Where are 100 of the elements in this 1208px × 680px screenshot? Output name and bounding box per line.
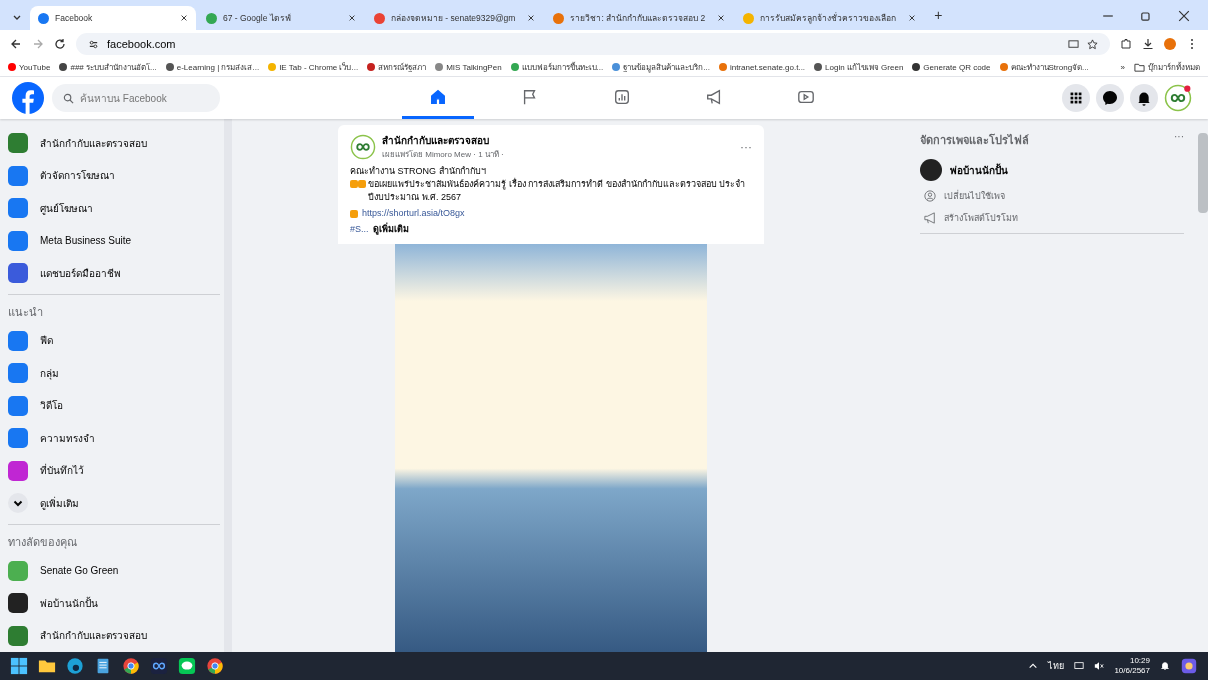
star-icon[interactable]	[1087, 38, 1098, 50]
page-action[interactable]: สร้างโพสต์โปรโมท	[920, 211, 1184, 225]
hashtag-link[interactable]: #S...	[350, 224, 369, 234]
ads-icon	[613, 87, 631, 106]
sidebar-item[interactable]: Meta Business Suite	[8, 224, 220, 257]
speaker-icon[interactable]	[1094, 661, 1105, 671]
sidebar-item[interactable]: Senate Go Green	[8, 554, 220, 587]
install-icon[interactable]	[1068, 38, 1079, 50]
bookmark[interactable]: IE Tab - Chrome เว็บ...	[268, 60, 359, 74]
sidebar-item[interactable]: สำนักกำกับและตรวจสอบ	[8, 127, 220, 160]
post-text: คณะทำงาน STRONG สำนักกำกับฯ	[349, 165, 487, 178]
sidebar-item[interactable]: ความทรงจำ	[8, 422, 220, 455]
page-logo-icon[interactable]	[350, 134, 376, 160]
infinity-app-icon[interactable]	[150, 657, 168, 675]
browser-tab[interactable]: การรับสมัครลูกจ้างชั่วคราวของเลือก	[735, 6, 925, 30]
favicon-icon	[374, 12, 385, 24]
more-options-button[interactable]: ···	[1174, 131, 1184, 149]
edge-browser-icon[interactable]	[66, 657, 84, 675]
section-heading: ทางลัดของคุณ	[8, 534, 78, 551]
chrome-icon[interactable]	[206, 657, 224, 675]
poster-image[interactable]	[395, 244, 707, 652]
browser-tab[interactable]: กล่องจดหมาย - senate9329@gm	[366, 6, 544, 30]
bookmark[interactable]: แบบฟอร์มการขึ้นทะเบ...	[510, 60, 604, 74]
restore-icon[interactable]	[1140, 10, 1152, 22]
site-settings-icon[interactable]	[88, 38, 99, 50]
flag-icon	[521, 87, 539, 106]
favicon-icon	[38, 12, 49, 24]
published-by-text: เผยแพร่โดย Mimoro Mew	[382, 150, 471, 159]
page-avatar-icon	[920, 159, 942, 181]
sidebar-item[interactable]: ตัวจัดการโฆษณา	[8, 159, 220, 192]
profile-avatar[interactable]	[1164, 38, 1176, 50]
all-bookmarks-button[interactable]: บุ๊กมาร์กทั้งหมด	[1134, 60, 1200, 74]
sidebar-item[interactable]: สำนักกำกับและตรวจสอบ	[8, 619, 220, 652]
monitor-icon[interactable]	[1074, 661, 1085, 671]
bookmark[interactable]: MIS TalkingPen	[435, 62, 502, 72]
scrollbar-thumb[interactable]	[1198, 133, 1208, 213]
close-icon[interactable]	[527, 14, 536, 22]
new-tab-button[interactable]: +	[926, 7, 951, 30]
profile-avatar-icon[interactable]	[1164, 84, 1192, 112]
close-icon[interactable]	[1178, 10, 1190, 22]
bell-icon[interactable]	[1130, 84, 1158, 112]
close-icon[interactable]	[180, 14, 188, 22]
search-field[interactable]: ค้นหาบน Facebook	[52, 84, 220, 112]
more-bookmarks-button[interactable]: »	[1120, 62, 1125, 72]
bookmark[interactable]: YouTube	[8, 62, 51, 72]
reload-icon[interactable]	[54, 38, 66, 50]
favicon-icon	[743, 12, 755, 24]
facebook-logo-icon[interactable]	[12, 82, 44, 114]
chrome-icon[interactable]	[122, 657, 140, 675]
bookmark[interactable]: intranet.senate.go.t...	[718, 62, 806, 72]
section-heading: แนะนำ	[8, 304, 44, 320]
bookmark[interactable]: Login แก้ไขเพจ Green	[814, 60, 904, 74]
sidebar-item[interactable]: ฟีด	[8, 324, 220, 357]
page-item[interactable]: พ่อบ้านนักปั้น	[920, 159, 1184, 181]
sidebar-item[interactable]: วิดีโอ	[8, 389, 220, 422]
page-action[interactable]: เปลี่ยนไปใช้เพจ	[920, 189, 1184, 203]
menu-grid-icon[interactable]	[1062, 84, 1090, 112]
close-icon[interactable]	[908, 14, 917, 22]
bookmark[interactable]: คณะทำงานStrongจัด...	[999, 60, 1089, 74]
sidebar-item[interactable]: กลุ่ม	[8, 357, 220, 390]
browser-tab[interactable]: รายวิชา: สำนักกำกับและตรวจสอบ 2	[545, 6, 734, 30]
colorful-app-icon[interactable]	[1180, 657, 1198, 675]
post-text: ขอเผยแพร่ประชาสัมพันธ์องค์ความรู้ เรื่อง การส่งเสริมการทำดี ของสำนักกำกับและตรวจสอบ ประจำปีงบประมาณ พ.ศ. 2567	[367, 178, 746, 204]
chevron-up-icon[interactable]	[1028, 661, 1039, 671]
bookmark[interactable]: Generate QR code	[912, 62, 991, 72]
sidebar-item[interactable]: แดชบอร์ดมืออาชีพ	[8, 257, 220, 290]
bookmark[interactable]: สหกรณ์รัฐสภา	[367, 60, 427, 74]
post-time[interactable]: · 1 นาที ·	[473, 150, 504, 159]
bookmark[interactable]: ### ระบบสำนักงานอัตโ...	[59, 60, 157, 74]
sidebar-item[interactable]: ศูนย์โฆษณา	[8, 192, 220, 225]
folder-icon	[1134, 61, 1145, 73]
post-link[interactable]: https://shorturl.asia/tO8gx	[362, 208, 465, 218]
sidebar-item[interactable]: ที่บันทึกไว้	[8, 454, 220, 487]
chat-app-icon[interactable]	[178, 657, 196, 675]
sidebar-item[interactable]: พ่อบ้านนักปั้น	[8, 587, 220, 620]
close-icon[interactable]	[717, 14, 726, 22]
bookmark[interactable]: ฐานข้อมูลสินค้าและบริก...	[612, 60, 710, 74]
panel-title: จัดการเพจและโปรไฟล์	[920, 132, 1029, 148]
language-indicator[interactable]: ไทย	[1048, 659, 1065, 673]
favicon-icon	[553, 12, 565, 24]
extensions-icon[interactable]	[1120, 38, 1132, 50]
windows-start-icon[interactable]	[10, 657, 28, 675]
back-icon[interactable]	[10, 38, 22, 50]
search-icon	[63, 92, 74, 104]
browser-tab[interactable]: Facebook	[30, 6, 196, 30]
bookmark[interactable]: e-Learning | กรมส่งเส...	[165, 60, 260, 74]
clock[interactable]: 10:29 10/6/2567	[1114, 656, 1150, 676]
close-icon[interactable]	[348, 14, 356, 22]
address-field[interactable]: facebook.com	[76, 33, 1110, 55]
browser-tab[interactable]: 67 - Google ไดรฟ์	[198, 6, 364, 30]
bell-icon[interactable]	[1160, 661, 1170, 671]
download-icon[interactable]	[1142, 38, 1154, 50]
messenger-icon[interactable]	[1096, 84, 1124, 112]
home-icon	[429, 87, 447, 106]
favicon-icon	[206, 12, 217, 24]
see-more-link[interactable]: ดูเพิ่มเติม	[372, 222, 409, 236]
sidebar-item[interactable]: ดูเพิ่มเติม	[8, 487, 220, 520]
more-options-button[interactable]: ···	[740, 140, 752, 154]
post-author[interactable]: สำนักกำกับและตรวจสอบ	[382, 133, 734, 148]
chevron-down-icon	[8, 493, 28, 514]
